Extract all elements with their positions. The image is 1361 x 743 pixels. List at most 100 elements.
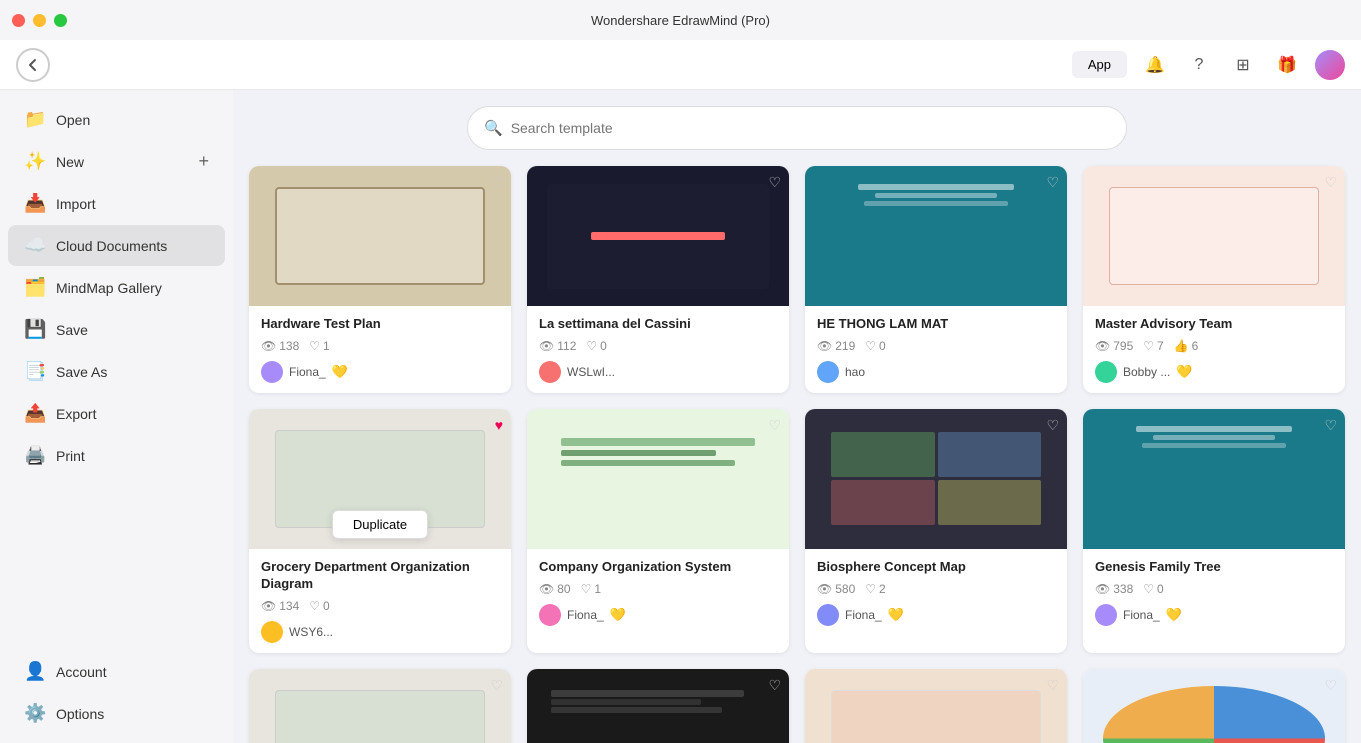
thumb-visual bbox=[1083, 166, 1345, 306]
card-stats: 👁219 ♡0 bbox=[817, 339, 1055, 353]
sidebar-item-save-as[interactable]: 📑Save As bbox=[8, 351, 225, 392]
heart-icon[interactable]: ♥ bbox=[495, 417, 503, 433]
thumb-visual bbox=[805, 409, 1067, 549]
card-body: Master Advisory Team 👁795 ♡7 👍6 Bobby ..… bbox=[1083, 306, 1345, 393]
view-count: 👁112 bbox=[539, 339, 576, 353]
view-count: 👁338 bbox=[1095, 582, 1133, 596]
heart-icon[interactable]: ♡ bbox=[1324, 174, 1337, 191]
gift-icon[interactable]: 🎁 bbox=[1271, 49, 1303, 81]
heart-icon[interactable]: ♡ bbox=[1046, 417, 1059, 434]
maximize-button[interactable] bbox=[54, 14, 67, 27]
view-count: 👁134 bbox=[261, 599, 299, 613]
sidebar-item-export[interactable]: 📤 Export bbox=[8, 393, 225, 434]
close-button[interactable] bbox=[12, 14, 25, 27]
cloud-icon: ☁️ bbox=[24, 235, 46, 256]
sidebar-item-save[interactable]: 💾 Save bbox=[8, 309, 225, 350]
author-avatar bbox=[817, 361, 839, 383]
heart-icon[interactable]: ♡ bbox=[768, 677, 781, 694]
like-count: ♡0 bbox=[1143, 582, 1163, 596]
card-thumbnail: ♡ bbox=[805, 166, 1067, 306]
gold-badge: 💛 bbox=[332, 364, 348, 380]
card-stats: 👁134 ♡0 bbox=[261, 599, 499, 613]
heart-icon[interactable]: ♡ bbox=[768, 417, 781, 434]
card-author: hao bbox=[817, 361, 1055, 383]
card-body: Hardware Test Plan 👁138 ♡1 Fiona_ 💛 bbox=[249, 306, 511, 393]
card-body: Biosphere Concept Map 👁580 ♡2 Fiona_ 💛 bbox=[805, 549, 1067, 636]
card-2[interactable]: ♡ La settimana del Cassini 👁112 ♡0 WSLwI… bbox=[527, 166, 789, 393]
save-icon: 💾 bbox=[24, 319, 46, 340]
card-5[interactable]: ♥ Duplicate Grocery Department Organizat… bbox=[249, 409, 511, 653]
like-count: ♡0 bbox=[309, 599, 329, 613]
card-9[interactable]: ♡ Function of organization 👁222 ♡4 Koem … bbox=[249, 669, 511, 743]
card-stats: 👁112 ♡0 bbox=[539, 339, 777, 353]
card-10[interactable]: ♡ Reduce time of devices grading process… bbox=[527, 669, 789, 743]
gallery-grid: ♡ Hardware Test Plan 👁138 ♡1 Fiona_ 💛 ♡ … bbox=[249, 166, 1345, 743]
card-thumbnail: ♡ bbox=[527, 166, 789, 306]
card-1[interactable]: ♡ Hardware Test Plan 👁138 ♡1 Fiona_ 💛 bbox=[249, 166, 511, 393]
card-4[interactable]: ♡ Master Advisory Team 👁795 ♡7 👍6 Bobby … bbox=[1083, 166, 1345, 393]
view-count: 👁138 bbox=[261, 339, 299, 353]
card-title: Master Advisory Team bbox=[1095, 316, 1333, 333]
card-stats: 👁80 ♡1 bbox=[539, 582, 777, 596]
card-thumbnail: ♡ bbox=[1083, 669, 1345, 743]
author-avatar bbox=[1095, 361, 1117, 383]
card-thumbnail: ♡ bbox=[249, 166, 511, 306]
heart-icon[interactable]: ♡ bbox=[490, 677, 503, 694]
thumb-visual bbox=[805, 166, 1067, 306]
author-avatar bbox=[1095, 604, 1117, 626]
card-8[interactable]: ♡ Genesis Family Tree 👁338 ♡0 Fiona_ 💛 bbox=[1083, 409, 1345, 653]
view-count: 👁580 bbox=[817, 582, 855, 596]
export-icon: 📤 bbox=[24, 403, 46, 424]
duplicate-button[interactable]: Duplicate bbox=[332, 510, 428, 539]
like-count: ♡2 bbox=[865, 582, 885, 596]
card-body: Genesis Family Tree 👁338 ♡0 Fiona_ 💛 bbox=[1083, 549, 1345, 636]
card-12[interactable]: ♡ Unnamed 👁249 ♡1 Inzhu-... bbox=[1083, 669, 1345, 743]
sidebar-item-label: Export bbox=[56, 406, 96, 422]
heart-icon[interactable]: ♡ bbox=[1046, 174, 1059, 191]
heart-icon[interactable]: ♡ bbox=[1046, 677, 1059, 694]
sidebar-item-options[interactable]: ⚙️Options bbox=[8, 693, 225, 734]
card-11[interactable]: ♡ Introduction to Excel 👁17 ♡0 bbox=[805, 669, 1067, 743]
like-count: ♡1 bbox=[309, 339, 329, 353]
heart-icon[interactable]: ♡ bbox=[490, 174, 503, 191]
sidebar-item-cloud[interactable]: ☁️Cloud Documents bbox=[8, 225, 225, 266]
card-3[interactable]: ♡ HE THONG LAM MAT 👁219 ♡0 hao bbox=[805, 166, 1067, 393]
like-count: ♡1 bbox=[581, 582, 601, 596]
heart-icon[interactable]: ♡ bbox=[1324, 417, 1337, 434]
new-icon: ✨ bbox=[24, 151, 46, 172]
author-name: Fiona_ bbox=[1123, 608, 1160, 622]
notification-icon[interactable]: 🔔 bbox=[1139, 49, 1171, 81]
back-button[interactable] bbox=[16, 48, 50, 82]
like-count: ♡0 bbox=[586, 339, 606, 353]
search-input[interactable] bbox=[511, 120, 1110, 136]
window-controls bbox=[12, 14, 67, 27]
help-icon[interactable]: ? bbox=[1183, 49, 1215, 81]
sidebar-item-import[interactable]: 📥Import bbox=[8, 183, 225, 224]
app-title: Wondershare EdrawMind (Pro) bbox=[591, 13, 770, 28]
card-author: Fiona_ 💛 bbox=[817, 604, 1055, 626]
grid-icon[interactable]: ⊞ bbox=[1227, 49, 1259, 81]
author-avatar bbox=[539, 361, 561, 383]
sidebar-item-account[interactable]: 👤Account bbox=[8, 651, 225, 692]
sidebar-item-label: Import bbox=[56, 196, 96, 212]
author-name: Bobby ... bbox=[1123, 365, 1170, 379]
sidebar-item-open[interactable]: 📁Open bbox=[8, 99, 225, 140]
card-title: Company Organization System bbox=[539, 559, 777, 576]
sidebar-item-label: Save bbox=[56, 322, 88, 338]
duplicate-overlay: Duplicate bbox=[249, 500, 511, 549]
card-author: Bobby ... 💛 bbox=[1095, 361, 1333, 383]
minimize-button[interactable] bbox=[33, 14, 46, 27]
author-name: WSY6... bbox=[289, 625, 333, 639]
app-button[interactable]: App bbox=[1072, 51, 1127, 78]
user-avatar[interactable] bbox=[1315, 50, 1345, 80]
card-6[interactable]: ♡ Company Organization System 👁80 ♡1 Fio… bbox=[527, 409, 789, 653]
sidebar-item-gallery[interactable]: 🗂️MindMap Gallery bbox=[8, 267, 225, 308]
thumb-visual bbox=[527, 669, 789, 743]
card-7[interactable]: ♡ Biosphere Concept Map 👁580 ♡2 Fiona_ 💛 bbox=[805, 409, 1067, 653]
heart-icon[interactable]: ♡ bbox=[768, 174, 781, 191]
sidebar-item-label: Print bbox=[56, 448, 85, 464]
sidebar-item-print[interactable]: 🖨️Print bbox=[8, 435, 225, 476]
heart-icon[interactable]: ♡ bbox=[1324, 677, 1337, 694]
gold-badge: 💛 bbox=[888, 607, 904, 623]
sidebar-item-new[interactable]: ✨New+ bbox=[8, 141, 225, 182]
